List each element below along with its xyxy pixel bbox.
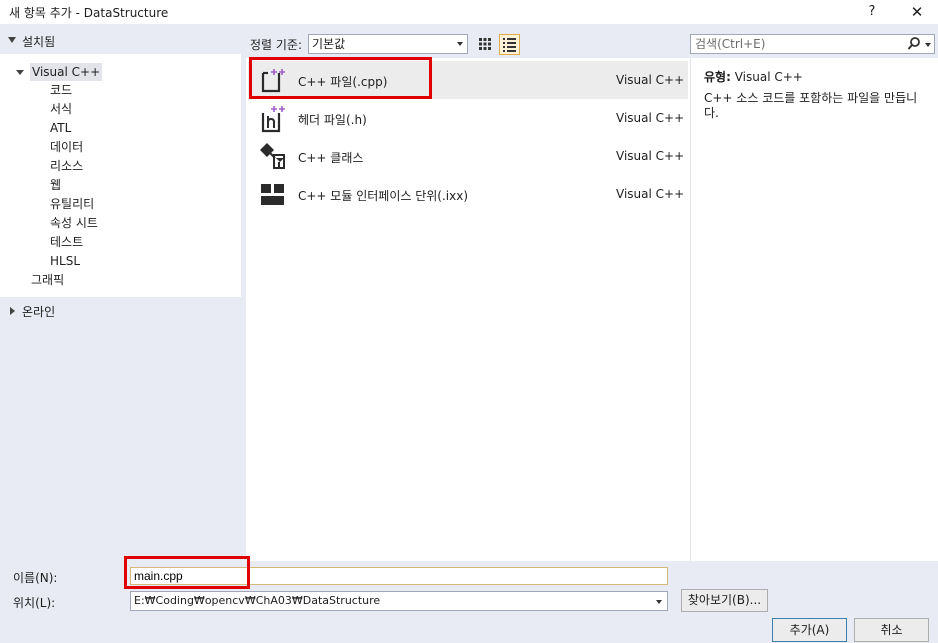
online-header[interactable]: 온라인 — [0, 300, 240, 320]
tree-item-code[interactable]: 코드 — [50, 81, 72, 99]
cpp-file-icon — [261, 69, 285, 93]
template-name: C++ 클래스 — [298, 151, 364, 165]
name-input[interactable] — [130, 567, 668, 585]
template-description: C++ 소스 코드를 포함하는 파일을 만듭니다. — [704, 91, 918, 120]
list-view-button[interactable] — [499, 34, 520, 55]
cancel-button[interactable]: 취소 — [854, 618, 929, 642]
tree-item-web[interactable]: 웹 — [50, 176, 61, 194]
template-list: C++ 파일(.cpp) Visual C++ 헤더 파일(.h) Visual… — [246, 58, 690, 561]
expand-right-icon[interactable] — [10, 307, 15, 315]
bottom-panel: 이름(N): 위치(L): E:₩Coding₩opencv₩ChA03₩Dat… — [0, 561, 938, 643]
toolbar: 정렬 기준: 기본값 검색(Ctrl+E) — [246, 24, 938, 58]
title-bar: 새 항목 추가 - DataStructure ? ✕ — [0, 0, 938, 24]
tree-item-hlsl[interactable]: HLSL — [50, 252, 80, 270]
type-line: 유형: Visual C++ — [704, 68, 803, 85]
template-tree: Visual C++ 코드 서식 ATL 데이터 리소스 웹 유틸리티 속성 시… — [0, 54, 241, 297]
type-value: Visual C++ — [734, 70, 803, 84]
tree-item-data[interactable]: 데이터 — [50, 138, 83, 156]
template-item-header-file[interactable]: 헤더 파일(.h) Visual C++ — [248, 99, 688, 137]
dropdown-arrow-icon — [656, 600, 662, 604]
close-button[interactable]: ✕ — [905, 2, 929, 22]
location-value: E:₩Coding₩opencv₩ChA03₩DataStructure — [134, 594, 381, 607]
installed-label: 설치됨 — [22, 35, 56, 49]
installed-header[interactable]: 설치됨 — [0, 30, 240, 50]
sort-value: 기본값 — [312, 37, 346, 51]
type-label: 유형: — [704, 70, 731, 84]
tree-item-graphics[interactable]: 그래픽 — [31, 271, 64, 289]
tree-item-property-sheet[interactable]: 속성 시트 — [50, 214, 98, 232]
add-button[interactable]: 추가(A) — [772, 618, 847, 642]
expand-down-icon[interactable] — [16, 70, 24, 75]
template-item-module-interface[interactable]: C++ 모듈 인터페이스 단위(.ixx) Visual C++ — [248, 175, 688, 213]
template-item-cpp-class[interactable]: C++ 클래스 Visual C++ — [248, 137, 688, 175]
search-icon[interactable] — [907, 36, 921, 52]
template-name: C++ 파일(.cpp) — [298, 75, 388, 89]
location-dropdown[interactable]: E:₩Coding₩opencv₩ChA03₩DataStructure — [130, 591, 668, 611]
window-title: 새 항목 추가 - DataStructure — [9, 6, 169, 20]
tree-item-atl[interactable]: ATL — [50, 119, 71, 137]
location-label: 위치(L): — [13, 596, 56, 610]
tree-item-visual-cpp[interactable]: Visual C++ — [14, 63, 234, 81]
grid-view-button[interactable] — [475, 34, 495, 54]
tree-item-format[interactable]: 서식 — [50, 100, 72, 118]
search-options-arrow-icon[interactable] — [925, 43, 931, 47]
tree-item-label: Visual C++ — [30, 63, 103, 81]
help-button[interactable]: ? — [862, 2, 882, 22]
template-language: Visual C++ — [616, 111, 685, 125]
info-panel: 유형: Visual C++ C++ 소스 코드를 포함하는 파일을 만듭니다. — [690, 58, 938, 561]
left-panel: 설치됨 Visual C++ 코드 서식 ATL 데이터 리소스 웹 유틸리티 … — [0, 24, 246, 561]
template-item-cpp-file[interactable]: C++ 파일(.cpp) Visual C++ — [248, 61, 688, 99]
tree-item-utility[interactable]: 유틸리티 — [50, 195, 94, 213]
online-label: 온라인 — [22, 305, 56, 319]
template-language: Visual C++ — [616, 149, 685, 163]
search-input[interactable]: 검색(Ctrl+E) — [690, 34, 935, 54]
cpp-class-icon — [260, 143, 285, 169]
dropdown-arrow-icon — [457, 42, 463, 46]
template-language: Visual C++ — [616, 73, 685, 87]
tree-item-test[interactable]: 테스트 — [50, 233, 83, 251]
header-file-icon — [261, 106, 285, 133]
browse-button[interactable]: 찾아보기(B)... — [681, 589, 768, 612]
tree-item-resources[interactable]: 리소스 — [50, 157, 83, 175]
expand-down-icon[interactable] — [8, 37, 16, 43]
template-name: C++ 모듈 인터페이스 단위(.ixx) — [298, 189, 469, 203]
search-placeholder: 검색(Ctrl+E) — [695, 37, 766, 51]
template-name: 헤더 파일(.h) — [298, 113, 367, 127]
grid-view-icon — [479, 38, 491, 50]
template-language: Visual C++ — [616, 187, 685, 201]
name-label: 이름(N): — [13, 571, 58, 585]
sort-dropdown[interactable]: 기본값 — [308, 34, 468, 54]
sort-label: 정렬 기준: — [250, 38, 303, 52]
list-view-icon — [503, 38, 516, 52]
module-interface-icon — [261, 184, 284, 205]
